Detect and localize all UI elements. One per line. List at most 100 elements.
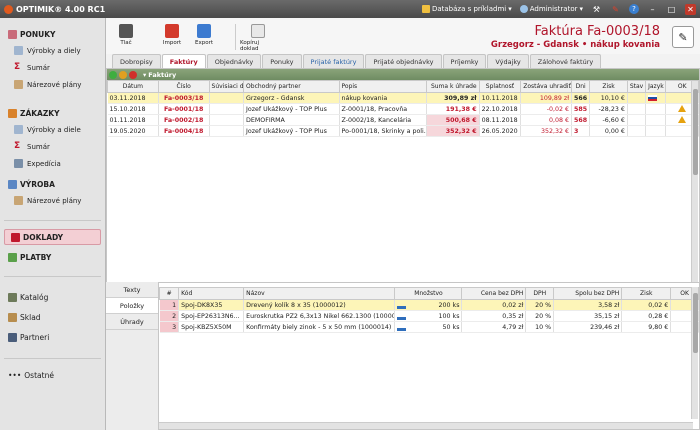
col-header[interactable]: Spolu bez DPH [553,287,623,300]
user-selector[interactable]: Administrator ▾ [519,5,583,13]
close-button[interactable]: ✕ [685,3,696,15]
help-icon[interactable]: ? [629,4,639,14]
tab-zalohove-faktury[interactable]: Zálohové faktúry [529,54,602,68]
tab-faktury[interactable]: Faktúry [161,54,206,68]
tab-dobropisy[interactable]: Dobropisy [112,54,161,68]
col-header[interactable]: Jazyk [645,80,667,93]
col-header[interactable]: Zisk [589,80,628,93]
col-header[interactable]: Splatnosť [478,80,522,93]
sidebar-item-katalog[interactable]: Katalóg [0,287,105,307]
tab-objednavky[interactable]: Objednávky [206,54,262,68]
partners-icon [8,332,17,342]
col-header[interactable]: Zostáva uhradiť [520,80,573,93]
panel-icon [14,80,23,89]
sidebar-item-platby[interactable]: PLATBY [0,249,105,265]
print-button[interactable]: Tlač [112,24,140,46]
brush-icon[interactable]: ✎ [610,4,621,15]
sidebar-head-vyroba[interactable]: VÝROBA [0,176,105,192]
cell-jazyk [645,114,667,126]
sidebar-item-ponuky-narezove[interactable]: Nárezové plány [0,76,105,93]
sidebar-item-label: Sumár [27,63,50,72]
scroll-thumb[interactable] [693,293,698,353]
cell-nazov: Konfirmáty biely zinok - 5 x 50 mm (1000… [243,321,396,333]
sidebar-item-zakazky-expedicia[interactable]: Expedícia [0,155,105,172]
tab-texty[interactable]: Texty [106,282,158,298]
table-row[interactable]: 15.10.2018 Fa-0001/18 Jozef Ukážkový - T… [107,103,699,115]
cell-partner: DEMOFIRMA [243,114,340,126]
col-header[interactable]: Súvisiaci d... [208,80,245,93]
table-row[interactable]: 01.11.2018 Fa-0002/18 DEMOFIRMA Z-0002/1… [107,114,699,126]
col-header[interactable]: DPH [525,287,555,300]
platby-label: PLATBY [20,252,52,262]
zakazky-label: ZÁKAZKY [20,108,60,118]
filter-icon[interactable]: ▾ [143,71,146,79]
sidebar-item-ponuky-vyrobky[interactable]: Výrobky a diely [0,42,105,59]
table-row[interactable]: 2 Spoj-EP26313N6... Euroskrutka PZ2 6,3x… [159,310,699,322]
items-vscrollbar[interactable] [691,287,698,419]
minimize-button[interactable]: – [647,4,658,15]
tab-ponuky[interactable]: Ponuky [262,54,302,68]
col-header[interactable]: Suma k úhrade [425,80,480,93]
delete-icon[interactable] [129,70,137,79]
warehouse-icon [8,312,17,322]
tab-uhrady[interactable]: Úhrady [106,314,158,330]
cell-stav [627,114,647,126]
tab-vydajky[interactable]: Výdajky [487,54,529,68]
sidebar-item-ponuky-sumar[interactable]: Σ Sumár [0,59,105,76]
col-header[interactable]: Popis [338,80,427,93]
table-row[interactable]: 3 Spoj-KBZ5X50M Konfirmáty biely zinok -… [159,321,699,333]
col-header[interactable]: Stav [626,80,647,93]
cell-zostava: 0,08 € [520,114,573,126]
cell-kod: Spoj-DK8X35 [178,299,245,311]
cell-zisk: 0,28 € [621,310,672,322]
cell-splat: 26.05.2020 [479,125,522,137]
table-row[interactable]: 03.11.2018 Fa-0003/18 Grzegorz - Gdansk … [107,92,699,104]
scroll-thumb[interactable] [693,89,698,175]
sidebar-head-ponuky[interactable]: PONUKY [0,26,105,42]
col-header[interactable]: Číslo [157,80,210,93]
table-row[interactable]: 1 Spoj-DK8X35 Drevený kolík 8 x 35 (1000… [159,299,699,311]
tab-prijemky[interactable]: Príjemky [442,54,487,68]
document-title-main: Faktúra Fa-0003/18 [534,24,660,39]
sidebar-item-partneri[interactable]: Partneri [0,327,105,347]
cell-datum: 15.10.2018 [107,103,159,115]
export-button[interactable]: Export [190,24,218,46]
tools-icon[interactable]: ⚒ [591,4,602,15]
edit-button[interactable]: ✎ [672,26,694,48]
sidebar-item-zakazky-sumar[interactable]: Σ Sumár [0,138,105,155]
col-header[interactable]: Množstvo [394,287,463,300]
col-header[interactable]: Zisk [621,287,672,300]
sidebar-item-sklad[interactable]: Sklad [0,307,105,327]
maximize-button[interactable]: □ [666,4,677,15]
sidebar-item-vyroba-narezove[interactable]: Nárezové plány [0,192,105,209]
copy-document-button[interactable]: Kopíruj doklad [240,24,276,52]
col-header[interactable]: Dátum [107,80,159,93]
cell-partner: Jozef Ukážkový - TOP Plus [243,125,340,137]
edit-icon[interactable] [119,70,127,79]
tab-polozky[interactable]: Položky [106,298,158,314]
tab-prijate-faktury[interactable]: Prijaté faktúry [302,54,365,68]
add-icon[interactable] [109,70,117,79]
warning-icon [678,105,687,113]
col-header[interactable]: Názov [243,287,396,300]
col-header[interactable]: Dni [571,80,591,93]
col-header[interactable]: Cena bez DPH [461,287,527,300]
invoices-vscrollbar[interactable] [691,81,698,283]
sidebar-item-zakazky-vyrobky[interactable]: Výrobky a diele [0,121,105,138]
vyroba-label: VÝROBA [20,179,55,189]
col-header[interactable]: Kód [178,287,245,300]
sidebar-head-zakazky[interactable]: ZÁKAZKY [0,105,105,121]
sidebar-item-doklady[interactable]: DOKLADY [4,229,101,245]
table-row[interactable]: 19.05.2020 Fa-0004/18 Jozef Ukážkový - T… [107,125,699,137]
cell-splat: 10.11.2018 [479,92,522,104]
import-button[interactable]: Import [158,24,186,46]
platby-icon [8,252,17,262]
items-hscrollbar[interactable] [159,422,693,429]
database-selector[interactable]: Databáza s príkladmi ▾ [421,5,512,13]
col-header[interactable]: # [158,287,180,300]
quantity-value: 100 ks [438,312,460,320]
col-header[interactable]: Obchodný partner [243,80,340,93]
tab-prijate-objednavky[interactable]: Prijaté objednávky [365,54,442,68]
sidebar-item-ostatne[interactable]: ••• Ostatné [0,367,105,383]
warning-icon [678,116,687,124]
